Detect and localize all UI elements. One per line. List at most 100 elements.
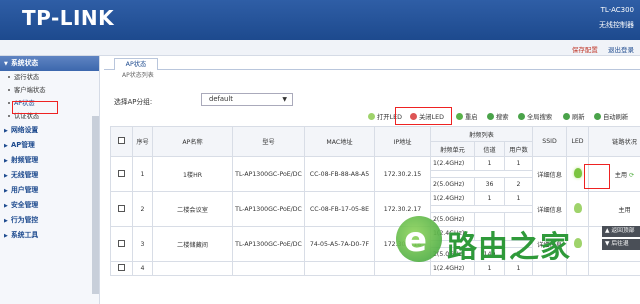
row-ap-name: 1楼HR xyxy=(152,156,233,192)
row-users: 2 xyxy=(503,177,534,192)
row-spacer xyxy=(429,170,534,178)
col-header-model: 型号 xyxy=(232,126,305,157)
link-refresh-icon[interactable]: ⟳ xyxy=(629,172,634,179)
chevron-down-icon: ▼ xyxy=(282,96,287,103)
col-header-radio-unit: 射频单元 xyxy=(430,141,475,157)
ap-group-select[interactable]: default ▼ xyxy=(201,93,293,106)
table-row[interactable]: 2 二楼会议室 TL-AP1300GC-PoE/DC CC-08-FB-17-0… xyxy=(110,191,640,227)
row-index: 3 xyxy=(132,226,153,262)
sidebar-group-network[interactable]: ▶ 网络设置 xyxy=(0,123,99,138)
expand-arrow-icon: ▶ xyxy=(4,128,8,134)
col-header-link: 链路状况 xyxy=(588,126,640,157)
sidebar-group-tools[interactable]: ▶ 系统工具 xyxy=(0,228,99,243)
sidebar-group-system-status[interactable]: ▼ 系统状态 xyxy=(0,56,99,71)
sidebar-scrollbar[interactable] xyxy=(92,116,99,294)
row-users: 1 xyxy=(503,191,534,206)
row-model: TL-AP1300GC-PoE/DC xyxy=(232,226,305,262)
row-mac xyxy=(304,261,375,276)
sidebar-item-client-status[interactable]: 客户端状态 xyxy=(0,84,99,97)
led-on-icon[interactable] xyxy=(573,168,582,178)
refresh-icon xyxy=(563,113,570,120)
row-mac: CC-08-FB-88-A8-A5 xyxy=(304,156,375,192)
sidebar-group-behavior[interactable]: ▶ 行为管控 xyxy=(0,213,99,228)
row-checkbox[interactable] xyxy=(118,239,125,247)
row-checkbox[interactable] xyxy=(118,204,125,212)
sidebar-group-users[interactable]: ▶ 用户管理 xyxy=(0,183,99,198)
logout-link[interactable]: 退出登录 xyxy=(608,46,634,54)
row-channel: 1 xyxy=(474,191,505,206)
reboot-button[interactable]: 重启 xyxy=(456,112,478,124)
row-mac: CC-08-FB-17-05-8E xyxy=(304,191,375,227)
reboot-icon xyxy=(456,113,463,120)
ap-status-highlight-box xyxy=(12,101,58,114)
row-spacer xyxy=(429,205,534,213)
select-all-cell xyxy=(110,126,133,157)
search-button[interactable]: 搜索 xyxy=(487,112,509,124)
save-config-link[interactable]: 保存配置 xyxy=(572,46,598,54)
auto-refresh-button[interactable]: 自动刷新 xyxy=(594,112,628,124)
row-model: TL-AP1300GC-PoE/DC xyxy=(232,191,305,227)
row-ap-name: 二楼储藏间 xyxy=(152,226,233,262)
ap-group-label: 选择AP分组: xyxy=(114,98,153,106)
col-header-led: LED xyxy=(566,126,590,157)
row-radio-unit: 1(2.4GHz) xyxy=(430,156,475,171)
refresh-button[interactable]: 刷新 xyxy=(563,112,585,124)
sidebar-item-run-status[interactable]: 运行状态 xyxy=(0,71,99,84)
up-arrow-icon: ▲ xyxy=(605,228,610,234)
row-checkbox[interactable] xyxy=(118,264,125,271)
down-arrow-icon: ▼ xyxy=(605,241,610,247)
model-label: TL-AC300 xyxy=(600,6,634,14)
bullet-icon xyxy=(8,89,10,91)
col-header-ip: IP地址 xyxy=(374,126,431,157)
row-ip xyxy=(374,261,431,276)
row-checkbox[interactable] xyxy=(118,169,125,177)
expand-arrow-icon: ▶ xyxy=(4,188,8,194)
bullet-icon xyxy=(8,76,10,78)
led-icon[interactable] xyxy=(573,238,582,248)
bullet-icon xyxy=(8,102,10,104)
tab-bar: AP状态 xyxy=(104,58,640,70)
app-header: TP-LINK TL-AC300 无线控制器 xyxy=(0,0,640,40)
top-action-bar: 保存配置 退出登录 xyxy=(0,40,640,56)
col-header-users: 用户数 xyxy=(503,141,534,157)
collapse-arrow-icon: ▼ xyxy=(4,61,8,67)
select-all-checkbox[interactable] xyxy=(118,137,125,144)
col-header-index: 序号 xyxy=(132,126,153,157)
auto-refresh-icon xyxy=(594,113,601,120)
row-mac: 74-05-A5-7A-D0-7F xyxy=(304,226,375,262)
lightbulb-icon xyxy=(368,113,375,120)
bullet-icon xyxy=(8,115,10,117)
sidebar-group-security[interactable]: ▶ 安全管理 xyxy=(0,198,99,213)
row-index: 2 xyxy=(132,191,153,227)
row-select-cell xyxy=(110,261,133,276)
table-row[interactable]: 1 1楼HR TL-AP1300GC-PoE/DC CC-08-FB-88-A8… xyxy=(110,156,640,192)
row-link-status: 主用 xyxy=(588,191,640,227)
col-header-ap-name: AP名称 xyxy=(152,126,233,157)
row-select-cell xyxy=(110,226,133,262)
expand-arrow-icon: ▶ xyxy=(4,203,8,209)
header-subtitle: 无线控制器 xyxy=(599,21,634,29)
sidebar: ▼ 系统状态 运行状态 客户端状态 AP状态 认证状态 ▶ 网络设置 ▶ AP管理 ▶… xyxy=(0,56,100,304)
expand-arrow-icon: ▶ xyxy=(4,173,8,179)
row-radio-unit: 1(2.4GHz) xyxy=(430,191,475,206)
sidebar-group-ap-manage[interactable]: ▶ AP管理 xyxy=(0,138,99,153)
col-header-channel: 信道 xyxy=(474,141,505,157)
row-model: TL-AP1300GC-PoE/DC xyxy=(232,156,305,192)
row-ssid-detail-link[interactable]: 详细信息 xyxy=(532,156,568,192)
led-cell-highlight-box xyxy=(584,164,610,189)
back-to-top-button[interactable]: ▲ 返回顶部 xyxy=(602,226,640,237)
col-header-mac: MAC地址 xyxy=(304,126,375,157)
global-search-icon xyxy=(518,113,525,120)
row-channel: 1 xyxy=(474,156,505,171)
global-search-button[interactable]: 全局搜索 xyxy=(518,112,552,124)
back-button[interactable]: ▼ 后往退 xyxy=(602,239,640,250)
row-index: 1 xyxy=(132,156,153,192)
row-channel: 36 xyxy=(474,177,505,192)
sidebar-group-radio[interactable]: ▶ 射频管理 xyxy=(0,153,99,168)
led-icon[interactable] xyxy=(573,203,582,213)
row-ap-name xyxy=(152,261,233,276)
row-ap-name: 二楼会议室 xyxy=(152,191,233,227)
tab-ap-status[interactable]: AP状态 xyxy=(114,58,158,70)
led-off-highlight-box xyxy=(395,107,452,125)
sidebar-group-wireless[interactable]: ▶ 无线管理 xyxy=(0,168,99,183)
